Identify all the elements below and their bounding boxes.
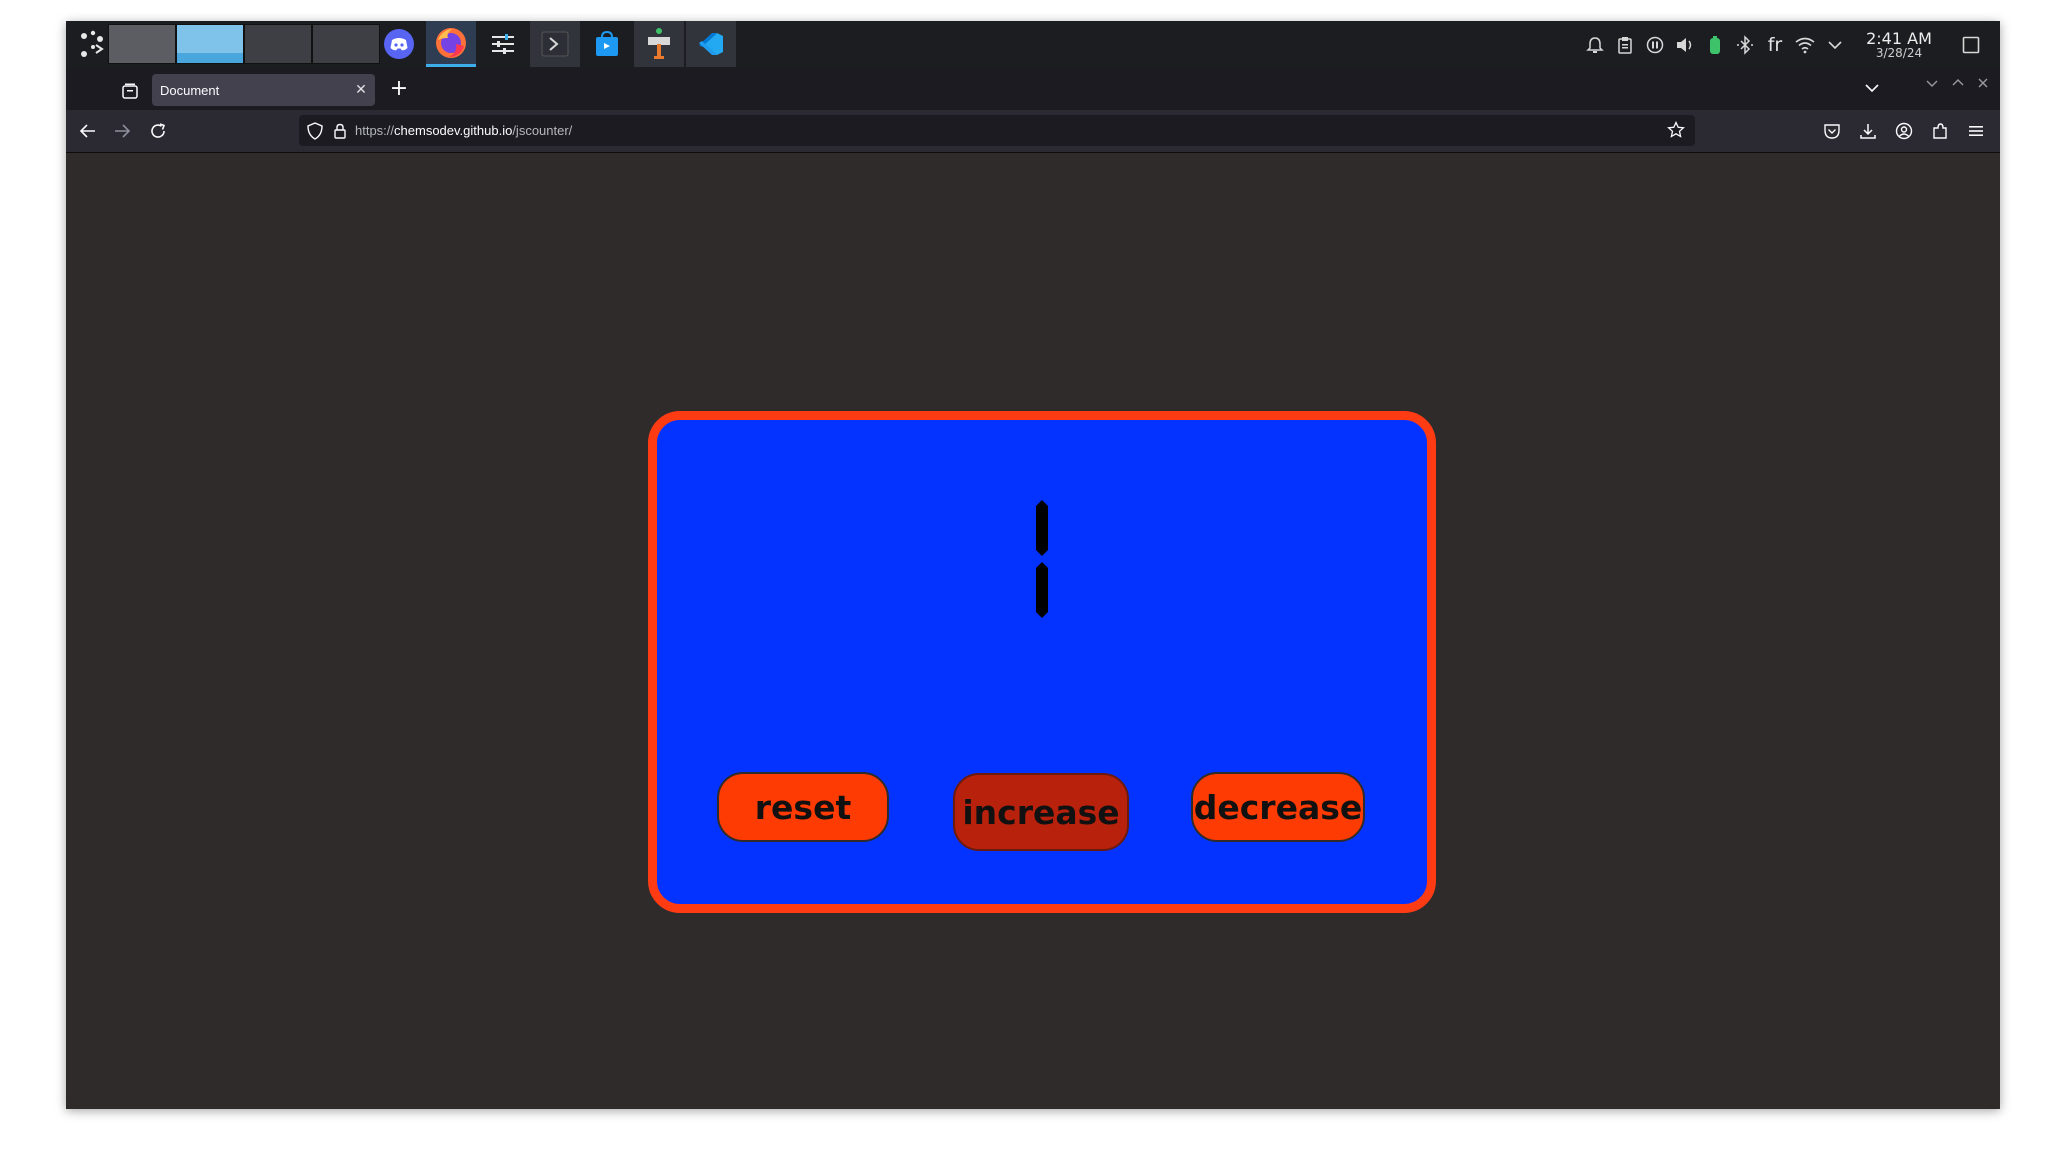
digit-0 bbox=[1036, 500, 1048, 618]
show-desktop-icon[interactable] bbox=[1954, 21, 1988, 69]
clock-time: 2:41 AM bbox=[1866, 28, 1932, 48]
taskbar: fr 2:41 AM 3/28/24 bbox=[66, 21, 2000, 70]
segment-b bbox=[1036, 500, 1048, 556]
account-icon[interactable] bbox=[1890, 117, 1918, 145]
lock-icon[interactable] bbox=[333, 123, 347, 139]
url-path: /jscounter/ bbox=[512, 123, 573, 138]
extensions-puzzle-icon[interactable] bbox=[1926, 117, 1954, 145]
taskbar-discord[interactable] bbox=[374, 21, 424, 67]
taskbar-firefox[interactable] bbox=[426, 21, 476, 67]
window-controls bbox=[1926, 77, 1988, 92]
increase-button[interactable]: increase bbox=[953, 773, 1129, 851]
taskbar-settings[interactable] bbox=[478, 21, 528, 67]
counter-card: reset increase decrease bbox=[648, 411, 1436, 913]
system-tray: fr 2:41 AM 3/28/24 bbox=[1580, 21, 1988, 69]
tray-expand-chevron-icon[interactable] bbox=[1820, 21, 1850, 69]
wifi-icon[interactable] bbox=[1790, 21, 1820, 69]
back-arrow-icon[interactable] bbox=[74, 117, 102, 145]
counter-display bbox=[657, 484, 1427, 634]
bluetooth-icon[interactable] bbox=[1730, 21, 1760, 69]
taskbar-store[interactable] bbox=[582, 21, 632, 67]
tab-close-icon[interactable]: ✕ bbox=[347, 82, 375, 98]
app-launcher-icon[interactable] bbox=[72, 25, 112, 65]
media-pause-icon[interactable] bbox=[1640, 21, 1670, 69]
desktop-2-thumbnail[interactable] bbox=[176, 24, 244, 64]
counter-digit bbox=[1036, 500, 1048, 618]
browser-toolbar-right bbox=[1818, 117, 1990, 145]
clock-date: 3/28/24 bbox=[1875, 46, 1923, 61]
virtual-desktop-pager bbox=[108, 24, 380, 64]
bookmark-star-icon[interactable] bbox=[1667, 120, 1685, 143]
keyboard-layout-indicator[interactable]: fr bbox=[1760, 21, 1790, 69]
taskbar-update-manager[interactable] bbox=[634, 21, 684, 67]
reload-icon[interactable] bbox=[144, 117, 172, 145]
clipboard-icon[interactable] bbox=[1610, 21, 1640, 69]
desktop-screen: fr 2:41 AM 3/28/24 Document ✕ + https://… bbox=[66, 21, 2000, 1109]
hamburger-menu-icon[interactable] bbox=[1962, 117, 1990, 145]
new-tab-button[interactable]: + bbox=[385, 76, 413, 101]
battery-icon[interactable] bbox=[1700, 21, 1730, 69]
list-all-tabs-chevron-icon[interactable] bbox=[1864, 79, 1880, 98]
volume-icon[interactable] bbox=[1670, 21, 1700, 69]
taskbar-terminal[interactable] bbox=[530, 21, 580, 67]
discord-icon bbox=[384, 29, 414, 59]
tracking-protection-shield-icon[interactable] bbox=[307, 121, 323, 140]
tab-document[interactable]: Document ✕ bbox=[152, 74, 375, 106]
decrease-button[interactable]: decrease bbox=[1191, 772, 1365, 842]
forward-arrow-icon[interactable] bbox=[108, 117, 136, 145]
minimize-icon[interactable] bbox=[1926, 77, 1938, 92]
close-window-icon[interactable] bbox=[1978, 77, 1988, 92]
downloads-icon[interactable] bbox=[1854, 117, 1882, 145]
browser-nav-bar: https://chemsodev.github.io/jscounter/ bbox=[66, 110, 2000, 153]
store-bag-icon bbox=[596, 30, 618, 56]
page-content: reset increase decrease bbox=[66, 153, 2000, 1109]
package-icon bbox=[648, 28, 670, 59]
desktop-4-thumbnail[interactable] bbox=[312, 24, 380, 64]
url-host: chemsodev.github.io bbox=[394, 123, 513, 138]
desktop-1-thumbnail[interactable] bbox=[108, 24, 176, 64]
tab-title: Document bbox=[160, 82, 220, 98]
terminal-icon bbox=[541, 31, 569, 57]
firefox-icon bbox=[436, 27, 466, 58]
taskbar-vscode[interactable] bbox=[686, 21, 736, 67]
url-scheme: https:// bbox=[355, 123, 395, 138]
clock[interactable]: 2:41 AM 3/28/24 bbox=[1856, 30, 1942, 61]
vscode-icon bbox=[699, 33, 723, 55]
firefox-view-icon[interactable] bbox=[116, 77, 144, 105]
notifications-icon[interactable] bbox=[1580, 21, 1610, 69]
reset-button[interactable]: reset bbox=[717, 772, 889, 842]
desktop-3-thumbnail[interactable] bbox=[244, 24, 312, 64]
browser-tab-bar: Document ✕ + bbox=[66, 69, 2000, 110]
pocket-icon[interactable] bbox=[1818, 117, 1846, 145]
settings-sliders-icon bbox=[492, 34, 514, 54]
url-text: https://chemsodev.github.io/jscounter/ bbox=[355, 123, 572, 138]
url-bar[interactable]: https://chemsodev.github.io/jscounter/ bbox=[299, 115, 1695, 146]
maximize-icon[interactable] bbox=[1952, 77, 1964, 92]
segment-c bbox=[1036, 562, 1048, 618]
